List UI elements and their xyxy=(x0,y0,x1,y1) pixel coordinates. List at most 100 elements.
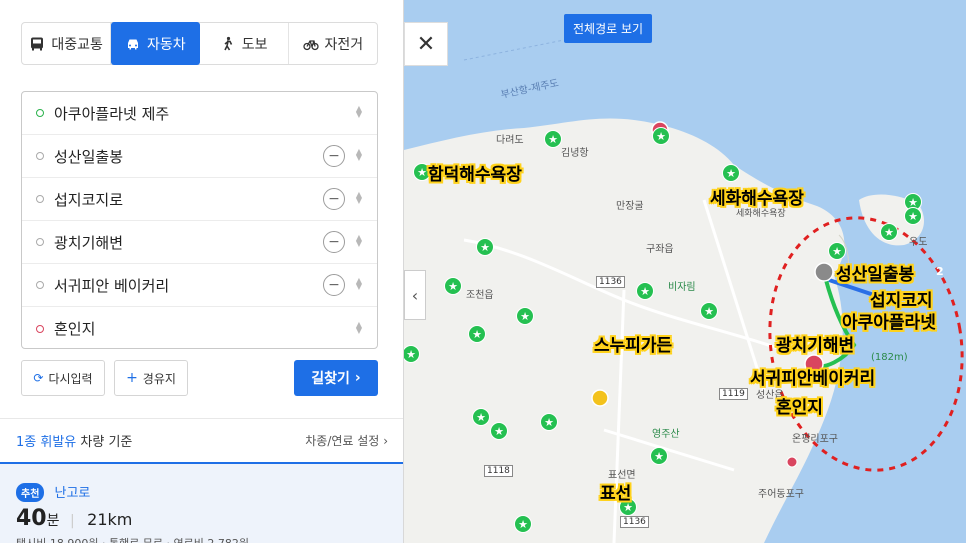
chevron-right-icon: › xyxy=(354,370,361,386)
recommended-badge: 추천 xyxy=(16,483,45,502)
tourist-spot-icon[interactable]: ★ xyxy=(516,307,534,325)
stop-label: 아쿠아플라넷 제주 xyxy=(54,104,170,123)
duration-unit: 분 xyxy=(46,513,60,529)
stop-start[interactable]: 아쿠아플라넷 제주 ▲ ▼ xyxy=(22,92,377,135)
chevron-right-icon: › xyxy=(383,434,388,448)
close-button[interactable]: ✕ xyxy=(404,22,448,66)
tourist-spot-icon[interactable]: ★ xyxy=(700,302,718,320)
map-label: 다려도 xyxy=(496,135,524,146)
tourist-spot-icon[interactable]: ★ xyxy=(444,277,462,295)
close-icon: ✕ xyxy=(416,31,436,57)
tab-car[interactable]: 자동차 xyxy=(111,22,200,65)
road-number: 1118 xyxy=(484,465,513,477)
route-cost: 택시비 18,900원 · 통행료 무료 · 연료비 2,782원 xyxy=(16,535,388,543)
map-label: 온평리포구 xyxy=(792,434,838,445)
tab-bicycle[interactable]: 자전거 xyxy=(289,23,377,64)
tourist-spot-icon[interactable]: ★ xyxy=(880,223,898,241)
drag-handle-icon[interactable]: ▲ ▼ xyxy=(355,234,363,249)
plus-icon: + xyxy=(126,370,138,386)
tab-bicycle-label: 자전거 xyxy=(324,36,364,53)
bus-icon xyxy=(31,37,44,50)
tourist-spot-icon[interactable]: ★ xyxy=(828,242,846,260)
stop-waypoint[interactable]: 섭지코지로 − ▲ ▼ xyxy=(22,178,377,221)
route-panel: 대중교통 자동차 도보 자전거 아쿠아플라넷 제주 ▲ ▼ 성산일출봉 − ▲ ▼ xyxy=(0,0,404,543)
tab-transit[interactable]: 대중교통 xyxy=(22,23,112,64)
map-label: 만장굴 xyxy=(616,201,644,212)
collapse-panel-button[interactable]: ‹ xyxy=(404,270,426,320)
fuel-settings-bar: 1종 휘발유 차량 기준 차종/연료 설정 › xyxy=(0,418,403,462)
stop-waypoint[interactable]: 서귀피안 베이커리 − ▲ ▼ xyxy=(22,264,377,307)
stop-waypoint[interactable]: 성산일출봉 − ▲ ▼ xyxy=(22,135,377,178)
map-label: 김녕항 xyxy=(561,148,589,159)
tourist-spot-icon[interactable]: ★ xyxy=(490,422,508,440)
stop-waypoint[interactable]: 광치기해변 − ▲ ▼ xyxy=(22,221,377,264)
drag-handle-icon[interactable]: ▲ ▼ xyxy=(355,320,363,336)
walk-icon xyxy=(224,36,232,50)
refresh-icon: ⟳ xyxy=(33,371,44,385)
map-label: 구좌읍 xyxy=(646,244,674,255)
waypoint-dot-icon xyxy=(36,281,44,289)
place-label: 아쿠아플라넷 xyxy=(842,313,936,333)
reset-label: 다시입력 xyxy=(48,371,93,386)
fuel-info: 1종 휘발유 차량 기준 xyxy=(16,431,132,450)
remove-stop-button[interactable]: − xyxy=(323,274,345,296)
tab-walk-label: 도보 xyxy=(241,36,268,53)
waypoint-dot-icon xyxy=(36,238,44,246)
tourist-spot-icon[interactable]: ★ xyxy=(468,325,486,343)
chevron-left-icon: ‹ xyxy=(411,285,419,305)
remove-stop-button[interactable]: − xyxy=(323,231,345,253)
place-label: 성산일출봉 xyxy=(836,265,915,285)
map-label: 비자림 xyxy=(668,282,696,293)
map-label: (182m) xyxy=(871,352,908,363)
car-icon xyxy=(128,39,139,49)
vehicle-settings-label: 차종/연료 설정 xyxy=(305,434,380,448)
drag-handle-icon[interactable]: ▲ ▼ xyxy=(355,277,363,292)
stop-label: 섭지코지로 xyxy=(54,190,124,209)
remove-stop-button[interactable]: − xyxy=(323,188,345,210)
transport-mode-tabs: 대중교통 자동차 도보 자전거 xyxy=(21,22,378,65)
tourist-spot-icon[interactable]: ★ xyxy=(540,413,558,431)
add-waypoint-button[interactable]: + 경유지 xyxy=(114,360,188,396)
map-label: 주어동포구 xyxy=(758,489,804,500)
route-name: 난고로 xyxy=(54,486,91,501)
drag-handle-icon[interactable]: ▲ ▼ xyxy=(355,191,363,206)
stop-label: 광치기해변 xyxy=(54,233,124,252)
tourist-spot-icon[interactable]: ★ xyxy=(544,130,562,148)
waypoint-label: 경유지 xyxy=(142,371,176,386)
tourist-spot-icon[interactable]: ★ xyxy=(652,127,670,145)
road-number: 1119 xyxy=(719,388,748,400)
stop-label: 성산일출봉 xyxy=(54,147,124,166)
place-label: 서귀피안베이커리 xyxy=(750,369,876,389)
stop-end[interactable]: 혼인지 ▲ ▼ xyxy=(22,307,377,350)
route-waypoint-number: 2 xyxy=(936,265,944,278)
end-dot-icon xyxy=(36,324,44,333)
map-label: 조천읍 xyxy=(466,290,494,301)
stop-label: 혼인지 xyxy=(54,320,96,338)
tourist-spot-icon[interactable]: ★ xyxy=(472,408,490,426)
route-stops: 아쿠아플라넷 제주 ▲ ▼ 성산일출봉 − ▲ ▼ 섭지코지로 − ▲ ▼ 광치기해변… xyxy=(21,91,378,349)
tourist-spot-icon[interactable]: ★ xyxy=(904,207,922,225)
place-label: 표선 xyxy=(600,484,632,504)
waypoint-dot-icon xyxy=(36,152,44,160)
reset-button[interactable]: ⟳ 다시입력 xyxy=(21,360,105,396)
map-view[interactable]: 2 부산항-제주도 다려도 김녕항 만장굴 구좌읍 비자림 세화해수욕장 우도 … xyxy=(404,0,966,543)
duration-value: 40 xyxy=(16,506,47,531)
tourist-spot-icon[interactable]: ★ xyxy=(476,238,494,256)
place-label: 함덕해수욕장 xyxy=(428,165,522,185)
route-distance: 21km xyxy=(87,510,133,529)
vehicle-settings-link[interactable]: 차종/연료 설정 › xyxy=(305,432,388,449)
start-dot-icon xyxy=(36,109,44,117)
tourist-spot-icon[interactable]: ★ xyxy=(650,447,668,465)
drag-handle-icon[interactable]: ▲ ▼ xyxy=(355,105,363,120)
place-label: 혼인지 xyxy=(776,398,823,418)
tourist-spot-icon[interactable]: ★ xyxy=(722,164,740,182)
tourist-spot-icon[interactable]: ★ xyxy=(514,515,532,533)
route-result[interactable]: 추천 난고로 40분 | 21km 택시비 18,900원 · 통행료 무료 ·… xyxy=(0,462,403,543)
tab-walk[interactable]: 도보 xyxy=(200,23,289,64)
find-route-button[interactable]: 길찾기 › xyxy=(294,360,378,396)
drag-handle-icon[interactable]: ▲ ▼ xyxy=(355,148,363,163)
route-overview-button[interactable]: 전체경로 보기 xyxy=(564,14,653,43)
remove-stop-button[interactable]: − xyxy=(323,145,345,167)
route-duration: 40분 | 21km xyxy=(16,506,133,531)
tourist-spot-icon[interactable]: ★ xyxy=(636,282,654,300)
